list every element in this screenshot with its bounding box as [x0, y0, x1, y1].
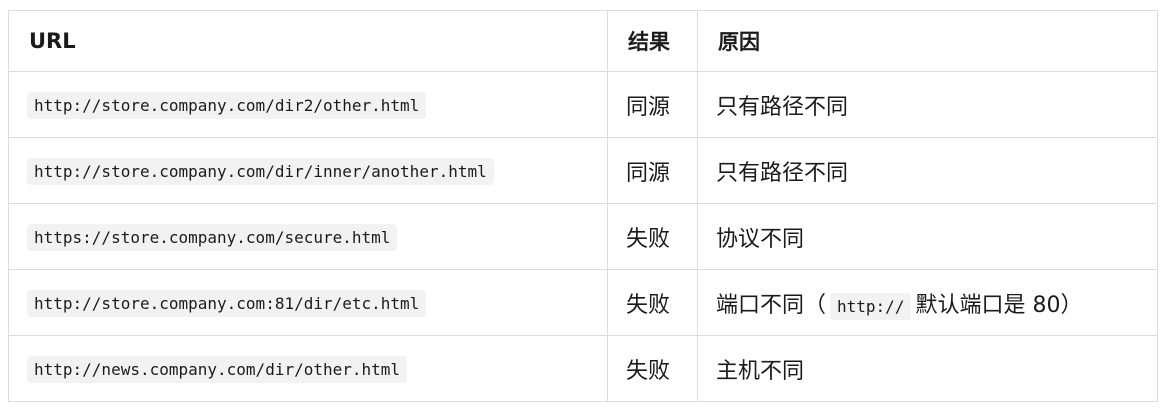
header-reason: 原因: [697, 10, 1158, 72]
table-row: http://store.company.com:81/dir/etc.html…: [8, 269, 1158, 336]
reason-cell: 端口不同（ http://默认端口是 80）: [697, 269, 1158, 336]
result-cell: 失败: [607, 335, 698, 402]
table-row: http://store.company.com/dir/inner/anoth…: [8, 137, 1158, 204]
header-url: URL: [8, 10, 608, 72]
result-cell: 失败: [607, 203, 698, 270]
url-cell: https://store.company.com/secure.html: [8, 203, 608, 270]
url-code: http://store.company.com:81/dir/etc.html: [27, 290, 427, 317]
url-code: http://store.company.com/dir2/other.html: [27, 92, 427, 119]
header-result: 结果: [607, 10, 698, 72]
url-cell: http://news.company.com/dir/other.html: [8, 335, 608, 402]
reason-cell: 主机不同: [697, 335, 1158, 402]
reason-cell: 只有路径不同: [697, 137, 1158, 204]
table-row: https://store.company.com/secure.html 失败…: [8, 203, 1158, 270]
table-row: http://store.company.com/dir2/other.html…: [8, 71, 1158, 138]
reason-cell: 协议不同: [697, 203, 1158, 270]
table-row: http://news.company.com/dir/other.html 失…: [8, 335, 1158, 402]
reason-inline-code: http://: [830, 292, 912, 320]
same-origin-table: URL 结果 原因 http://store.company.com/dir2/…: [8, 10, 1158, 402]
reason-cell: 只有路径不同: [697, 71, 1158, 138]
reason-suffix: 默认端口是 80）: [915, 292, 1083, 318]
url-cell: http://store.company.com:81/dir/etc.html: [8, 269, 608, 336]
result-cell: 同源: [607, 137, 698, 204]
result-cell: 同源: [607, 71, 698, 138]
reason-prefix: 端口不同（: [716, 292, 827, 318]
url-cell: http://store.company.com/dir2/other.html: [8, 71, 608, 138]
table-header-row: URL 结果 原因: [8, 10, 1158, 72]
same-origin-table-container: URL 结果 原因 http://store.company.com/dir2/…: [8, 10, 1158, 402]
url-code: http://store.company.com/dir/inner/anoth…: [27, 158, 494, 185]
result-cell: 失败: [607, 269, 698, 336]
url-cell: http://store.company.com/dir/inner/anoth…: [8, 137, 608, 204]
url-code: https://store.company.com/secure.html: [27, 224, 398, 251]
url-code: http://news.company.com/dir/other.html: [27, 356, 408, 383]
